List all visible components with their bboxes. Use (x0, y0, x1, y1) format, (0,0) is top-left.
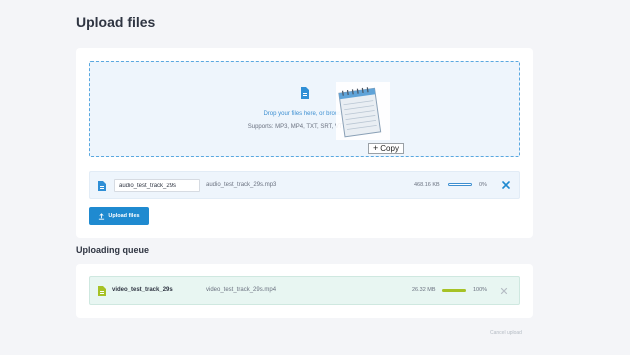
file-name: audio_test_track_29s.mp3 (206, 182, 277, 188)
queue-card: video_test_track_29s video_test_track_29… (76, 264, 533, 318)
queue-title: Uploading queue (76, 245, 149, 255)
drag-copy-badge: + Copy (368, 143, 404, 154)
progress-bar (448, 183, 472, 186)
queue-item-name: video_test_track_29s (112, 287, 173, 293)
document-icon (98, 181, 106, 191)
queue-item-size: 26.32 MB (412, 287, 436, 293)
upload-files-label: Upload files (108, 213, 140, 219)
queue-progress-fill (442, 289, 466, 292)
upload-icon (99, 212, 105, 220)
progress-percent: 0% (479, 182, 487, 188)
file-name-input[interactable] (114, 179, 200, 192)
dropzone-instructions: Drop your files here, or browse (263, 111, 346, 117)
cancel-upload-link[interactable]: Cancel upload (490, 330, 522, 336)
upload-card: Drop your files here, or browse Supports… (76, 48, 533, 238)
file-size: 468.16 KB (414, 182, 440, 188)
document-icon (98, 286, 106, 296)
queue-item-filename: video_test_track_29s.mp4 (206, 287, 277, 293)
queue-progress-percent: 100% (473, 287, 488, 293)
document-icon (301, 87, 309, 99)
notepad-icon (336, 82, 390, 140)
dropzone-supported-formats: Supports: MP3, MP4, TXT, SRT, VTT, CSV (247, 124, 362, 130)
plus-icon: + (373, 143, 379, 153)
dropzone[interactable]: Drop your files here, or browse Supports… (89, 61, 520, 157)
upload-files-button[interactable]: Upload files (89, 207, 149, 225)
queue-progress-bar (442, 289, 466, 292)
page-title: Upload files (76, 14, 156, 30)
close-icon[interactable] (500, 179, 512, 191)
pending-file-row: audio_test_track_29s.mp3 468.16 KB 0% (89, 171, 520, 199)
close-icon[interactable] (498, 285, 510, 297)
drag-copy-label: Copy (380, 144, 399, 153)
queue-item: video_test_track_29s video_test_track_29… (89, 276, 520, 305)
